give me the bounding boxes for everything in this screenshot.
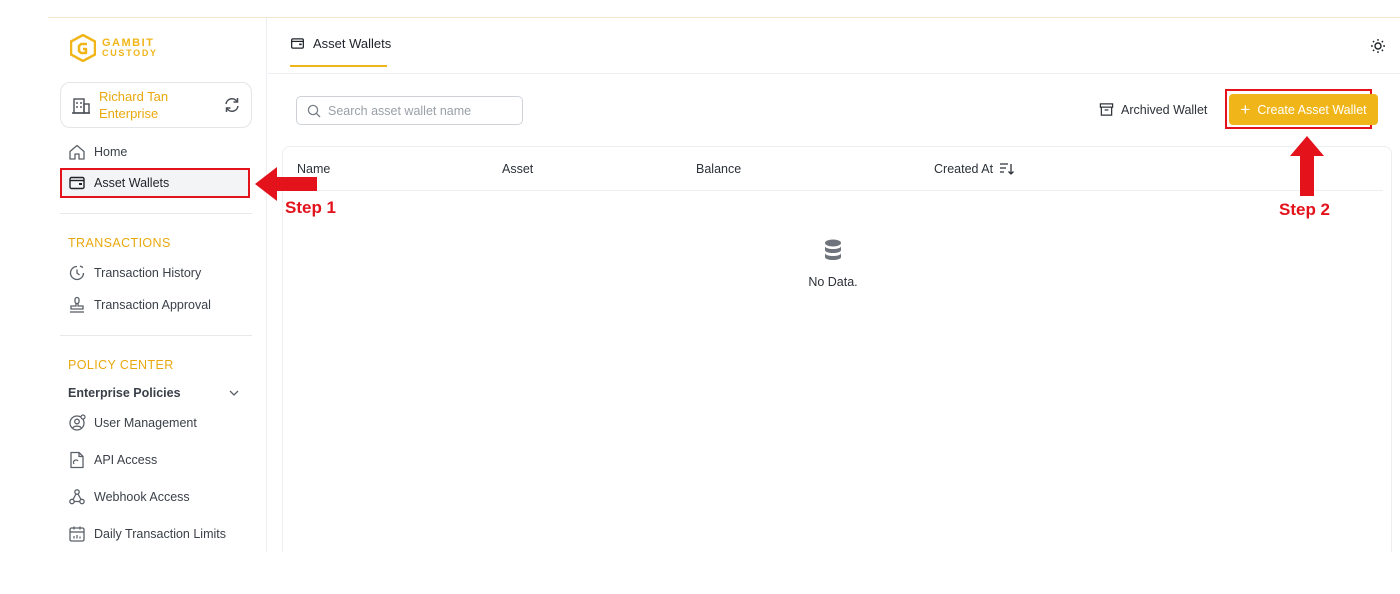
archived-wallet-label: Archived Wallet	[1121, 102, 1208, 117]
enterprise-switcher[interactable]: Richard Tan Enterprise	[60, 82, 252, 128]
database-icon	[825, 239, 841, 260]
group-label: Enterprise Policies	[68, 386, 181, 400]
step2-label: Step 2	[1279, 200, 1331, 219]
main-content: Asset Wallets Archived Wallet + Create A…	[268, 18, 1400, 552]
calendar-icon	[69, 526, 85, 542]
sidebar-item-asset-wallets[interactable]: Asset Wallets	[60, 168, 250, 198]
column-header-created-at[interactable]: Created At	[934, 162, 1015, 176]
sort-descending-icon[interactable]	[999, 162, 1015, 176]
create-asset-wallet-label: Create Asset Wallet	[1257, 102, 1367, 117]
enterprise-name: Richard Tan Enterprise	[99, 89, 169, 121]
sidebar-item-daily-transaction-limits[interactable]: Daily Transaction Limits	[60, 522, 226, 546]
logo-subtitle: CUSTODY	[102, 48, 158, 58]
sidebar-item-label: Transaction Approval	[94, 298, 211, 312]
sidebar-item-home[interactable]: Home	[60, 140, 127, 164]
step2-arrow	[1290, 136, 1324, 196]
table-header: Name Asset Balance Created At	[283, 147, 1383, 191]
sidebar-item-label: Daily Transaction Limits	[94, 527, 226, 541]
user-settings-icon	[69, 414, 86, 431]
column-header-balance: Balance	[696, 162, 742, 176]
sidebar-divider	[60, 335, 252, 336]
create-asset-wallet-button[interactable]: + Create Asset Wallet	[1229, 94, 1378, 125]
wallet-icon	[69, 176, 85, 190]
theme-toggle-icon[interactable]	[1370, 38, 1386, 54]
chevron-down-icon	[229, 390, 239, 396]
stamp-icon	[70, 296, 84, 313]
gambit-logo-icon	[70, 34, 96, 62]
sidebar-item-user-management[interactable]: User Management	[60, 411, 197, 435]
sidebar-divider	[60, 213, 252, 214]
sidebar-item-label: Transaction History	[94, 266, 202, 280]
step1-label: Step 1	[285, 198, 337, 217]
sidebar-item-label: Webhook Access	[94, 490, 190, 504]
section-title-policy-center: POLICY CENTER	[68, 358, 174, 372]
archived-wallet-button[interactable]: Archived Wallet	[1099, 102, 1207, 117]
tab-label: Asset Wallets	[313, 36, 392, 51]
sidebar-item-label: Asset Wallets	[94, 176, 170, 190]
sidebar-item-api-access[interactable]: API Access	[60, 448, 157, 472]
sidebar-item-label: API Access	[94, 453, 158, 467]
empty-state-text: No Data.	[808, 275, 858, 289]
logo-title: GAMBIT	[102, 37, 155, 49]
asset-wallets-table: Name Asset Balance Created At No Data.	[282, 146, 1392, 552]
building-icon	[72, 98, 90, 114]
group-enterprise-policies[interactable]: Enterprise Policies	[68, 386, 240, 400]
sidebar-item-label: User Management	[94, 416, 197, 430]
sidebar-item-label: Home	[94, 145, 128, 159]
search-icon	[307, 104, 321, 117]
empty-state: No Data.	[283, 239, 1383, 289]
history-icon	[69, 265, 85, 281]
tab-active-indicator	[290, 65, 387, 67]
sidebar-item-webhook-access[interactable]: Webhook Access	[60, 485, 190, 509]
archive-box-icon	[1099, 103, 1114, 116]
switch-enterprise-icon[interactable]	[223, 96, 241, 114]
tab-bar: Asset Wallets	[268, 18, 1400, 74]
column-header-asset: Asset	[502, 162, 534, 176]
wallet-icon	[291, 38, 304, 49]
sidebar-item-transaction-approval[interactable]: Transaction Approval	[60, 293, 211, 317]
api-file-icon	[70, 451, 84, 469]
sidebar-item-transaction-history[interactable]: Transaction History	[60, 261, 201, 285]
step1-arrow	[255, 167, 317, 201]
plus-icon: +	[1240, 100, 1251, 119]
section-title-transactions: TRANSACTIONS	[68, 236, 171, 250]
sidebar: GAMBIT CUSTODY Richard Tan Enterprise Ho…	[48, 18, 267, 552]
search-field[interactable]	[296, 96, 523, 125]
webhook-icon	[69, 489, 85, 505]
search-input[interactable]	[328, 103, 508, 118]
tab-asset-wallets[interactable]: Asset Wallets	[290, 36, 391, 51]
home-icon	[69, 144, 85, 160]
logo[interactable]: GAMBIT CUSTODY	[70, 34, 158, 62]
